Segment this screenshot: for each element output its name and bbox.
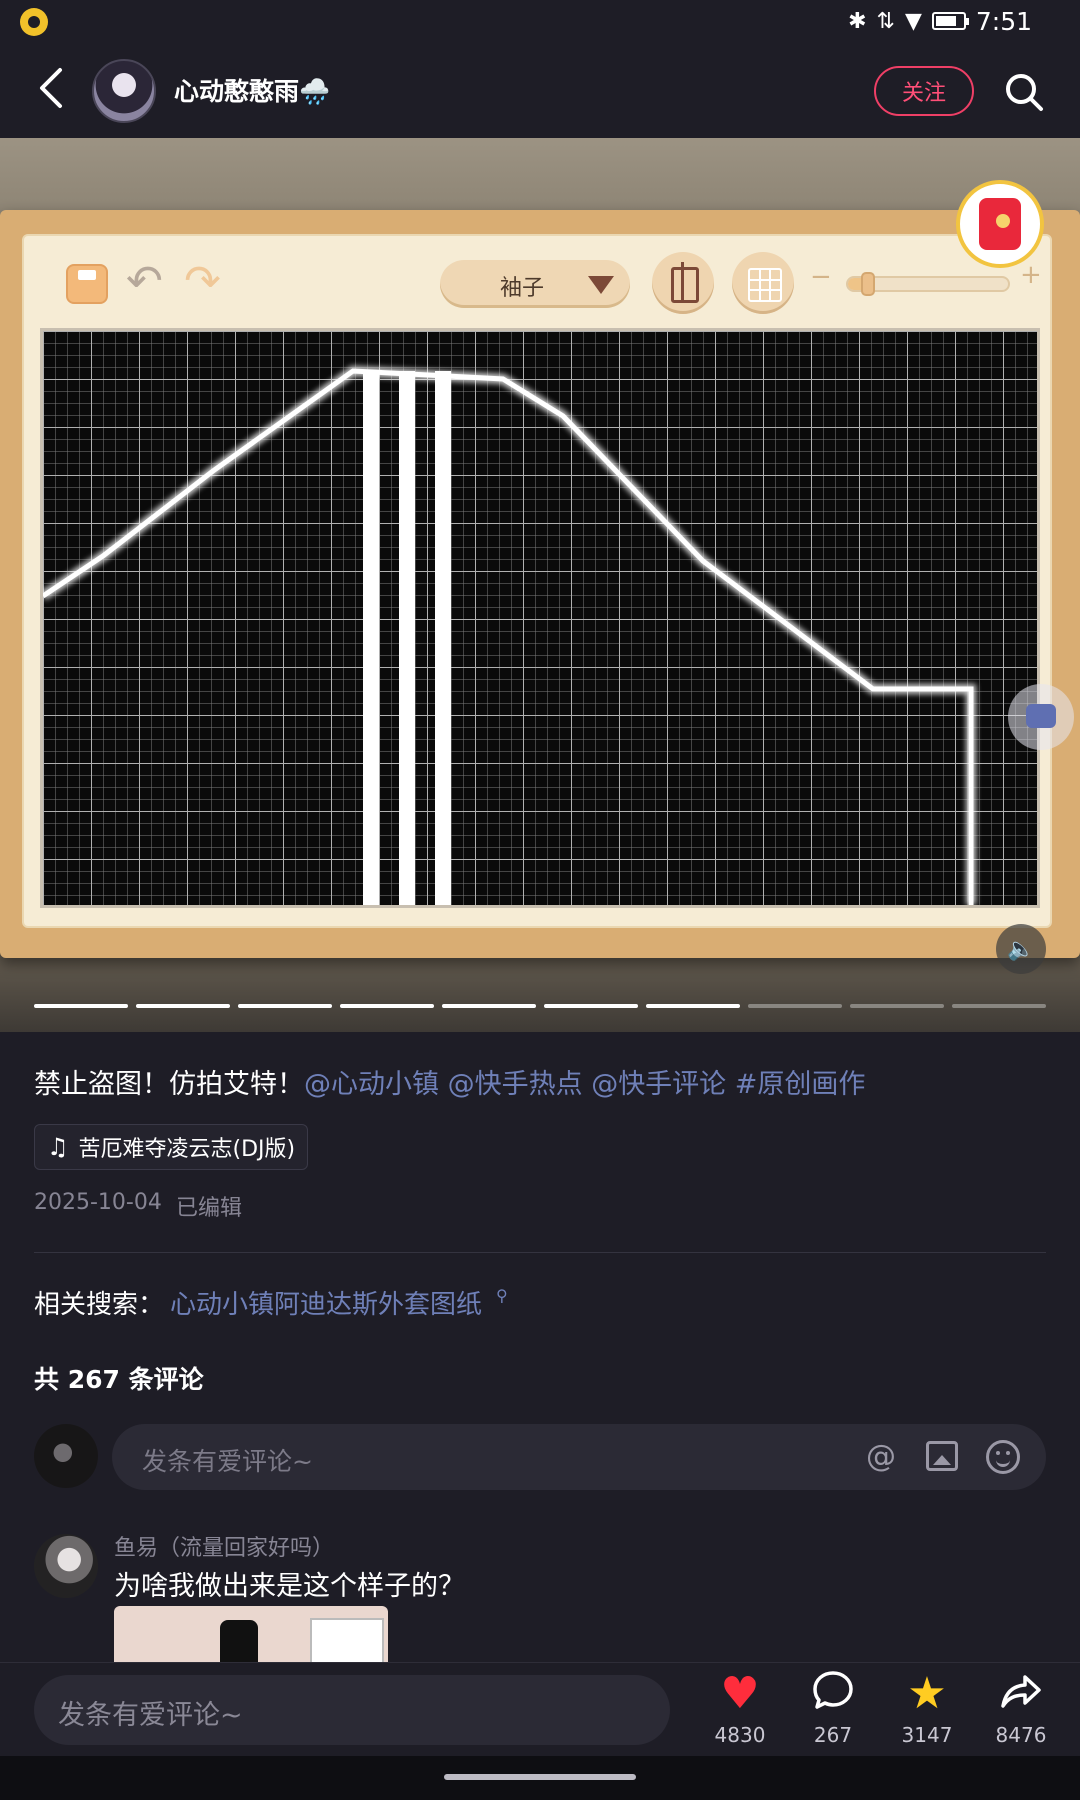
part-select-label: 袖子	[500, 276, 545, 301]
comment-input-placeholder: 发条有爱评论~	[142, 1447, 313, 1476]
progress-segment	[850, 1004, 944, 1008]
red-envelope-icon[interactable]	[956, 180, 1044, 268]
mention-kuaishou-comment[interactable]: @快手评论	[591, 1069, 726, 1100]
comment-bubble-icon	[793, 1669, 873, 1719]
part-select-dropdown: 袖子	[440, 260, 630, 308]
mention-kuaishou-hot[interactable]: @快手热点	[448, 1069, 583, 1100]
share-button[interactable]: 8476	[981, 1669, 1061, 1757]
back-arrow-icon[interactable]	[32, 66, 72, 110]
pixel-grid-drawing	[40, 331, 1037, 905]
music-title: 苦厄难夺凌云志(DJ版)	[78, 1137, 296, 1162]
mirror-icon	[652, 252, 714, 314]
music-note-icon: ♫	[47, 1133, 69, 1161]
zoom-minus-icon: −	[810, 262, 832, 292]
share-count: 8476	[995, 1723, 1047, 1747]
top-header: 心动憨憨雨🌧️ 关注	[0, 42, 1080, 138]
hashtag-original-art[interactable]: #原创画作	[735, 1069, 866, 1100]
author-name[interactable]: 心动憨憨雨🌧️	[174, 72, 330, 108]
comment-text: 为啥我做出来是这个样子的？	[114, 1571, 465, 1602]
my-avatar	[34, 1424, 98, 1488]
zoom-slider	[846, 272, 1010, 296]
favorite-count: 3147	[901, 1723, 953, 1747]
author-avatar[interactable]	[92, 59, 156, 123]
progress-segment	[238, 1004, 332, 1008]
comment-input[interactable]: 发条有爱评论~ @	[112, 1424, 1046, 1490]
redo-icon: ↷	[184, 256, 221, 307]
progress-segment	[34, 1004, 128, 1008]
image-progress-indicator	[34, 1004, 1046, 1008]
system-nav-bar	[0, 1756, 1080, 1800]
commenter-name[interactable]: 鱼易（流量回家好吗）	[114, 1530, 334, 1562]
post-caption: 禁止盗图！仿拍艾特！@心动小镇 @快手热点 @快手评论 #原创画作	[34, 1066, 1044, 1104]
progress-segment	[952, 1004, 1046, 1008]
mention-xindong-town[interactable]: @心动小镇	[304, 1069, 439, 1100]
volume-icon[interactable]: 🔈	[996, 924, 1046, 974]
progress-segment	[646, 1004, 740, 1008]
pixel-canvas	[40, 328, 1040, 908]
progress-segment	[340, 1004, 434, 1008]
bottom-action-bar: 发条有爱评论~ ♥ 4830 267 ★ 3147 8476	[0, 1662, 1080, 1756]
post-media[interactable]: ↶ ↷ 袖子 − + 🔈	[0, 138, 1080, 1032]
music-chip[interactable]: ♫ 苦厄难夺凌云志(DJ版)	[34, 1124, 309, 1170]
favorite-button[interactable]: ★ 3147	[887, 1669, 967, 1757]
share-arrow-icon	[981, 1669, 1061, 1719]
follow-button[interactable]: 关注	[874, 66, 974, 116]
home-indicator[interactable]	[444, 1774, 636, 1780]
search-small-icon: ⚲	[496, 1286, 508, 1305]
star-icon: ★	[907, 1668, 947, 1719]
commenter-avatar[interactable]	[34, 1534, 98, 1598]
bottom-comment-placeholder: 发条有爱评论~	[58, 1700, 243, 1731]
at-mention-icon[interactable]: @	[862, 1438, 900, 1476]
comment-image-thumbnail[interactable]	[114, 1606, 388, 1662]
progress-segment	[136, 1004, 230, 1008]
zoom-plus-icon: +	[1020, 260, 1042, 290]
status-indicators: ✱ ⇅ ▼ 7:51	[848, 4, 1032, 38]
heart-icon: ♥	[720, 1668, 760, 1719]
undo-icon: ↶	[126, 256, 163, 307]
search-icon[interactable]	[1004, 72, 1044, 112]
grid-icon	[732, 252, 794, 314]
battery-icon	[931, 12, 969, 30]
app-notification-icon	[20, 8, 48, 36]
signal-icon: ⇅	[876, 8, 895, 34]
bluetooth-icon: ✱	[848, 8, 867, 34]
image-icon[interactable]	[926, 1441, 958, 1471]
progress-segment	[544, 1004, 638, 1008]
status-bar: ✱ ⇅ ▼ 7:51	[0, 0, 1080, 42]
related-search-link[interactable]: 心动小镇阿迪达斯外套图纸	[170, 1284, 482, 1321]
status-time: 7:51	[975, 6, 1032, 36]
comment-count: 267	[813, 1723, 853, 1747]
like-button[interactable]: ♥ 4830	[700, 1669, 780, 1757]
bottom-comment-input[interactable]: 发条有爱评论~	[34, 1675, 670, 1745]
like-count: 4830	[714, 1723, 766, 1747]
post-date: 2025-10-04	[34, 1190, 162, 1215]
progress-segment	[748, 1004, 842, 1008]
related-search-label: 相关搜索：	[34, 1290, 165, 1320]
comment-button[interactable]: 267	[793, 1669, 873, 1757]
caption-text: 禁止盗图！仿拍艾特！	[34, 1069, 304, 1100]
zoom-slider-thumb	[861, 272, 875, 296]
comment-count-heading: 共 267 条评论	[34, 1365, 204, 1394]
save-icon	[66, 264, 108, 304]
edited-label: 已编辑	[176, 1196, 243, 1221]
progress-segment	[442, 1004, 536, 1008]
wifi-icon: ▼	[904, 8, 922, 34]
chevron-down-icon	[588, 276, 614, 294]
game-controller-icon[interactable]	[1008, 684, 1074, 750]
emoji-icon[interactable]	[986, 1440, 1020, 1474]
divider	[34, 1252, 1046, 1253]
